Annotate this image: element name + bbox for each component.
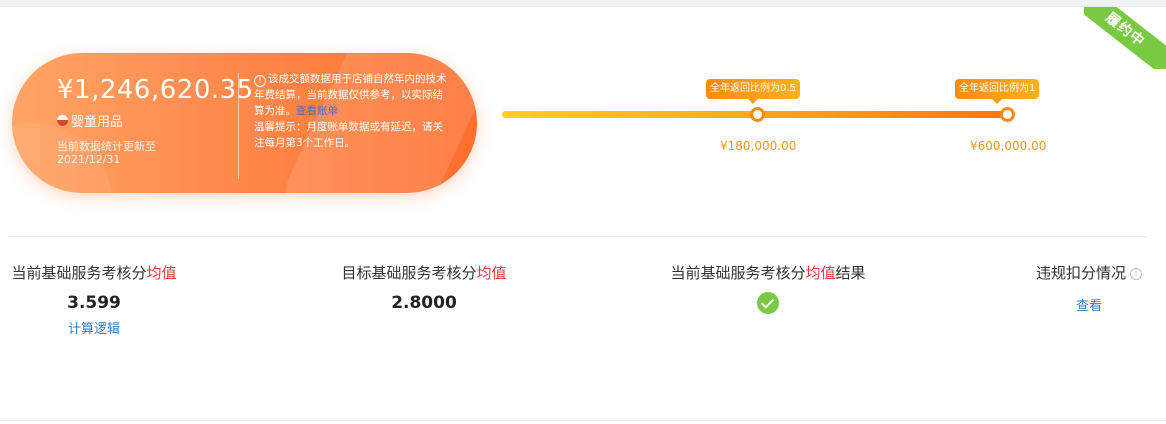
check-circle-icon xyxy=(757,292,779,314)
score-result-stat: 当前基础服务考核分均值结果 xyxy=(662,262,874,314)
milestone-amount-1: ¥180,000.00 xyxy=(720,139,797,153)
update-date: 2021/12/31 xyxy=(57,153,121,166)
info-icon: ! xyxy=(254,75,266,87)
status-ribbon-label: 履约中 xyxy=(1102,9,1148,51)
category-icon xyxy=(57,115,68,126)
notice-text-2: 温馨提示：月度账单数据或有延迟，请关注每月第3个工作日。 xyxy=(254,121,443,149)
milestone-amount-2: ¥600,000.00 xyxy=(970,139,1047,153)
category-label: 婴童用品 xyxy=(71,115,124,130)
bottom-border xyxy=(0,420,1166,421)
score-result-label: 当前基础服务考核分均值结果 xyxy=(670,264,866,282)
notice-text-1: 该成交额数据用于店铺自然年内的技术年费结算，当前数据仅供参考，以实际结算为准。 xyxy=(254,73,447,117)
summary-card: ¥1,246,620.35 婴童用品 当前数据统计更新至 2021/12/31 … xyxy=(12,53,477,193)
current-score-stat: 当前基础服务考核分均值 3.599 计算逻辑 xyxy=(4,262,184,337)
view-bill-link[interactable]: 查看账单 xyxy=(296,105,338,117)
milestone-node-1 xyxy=(750,107,765,122)
category-tag: 婴童用品 xyxy=(57,111,123,130)
current-score-label: 当前基础服务考核分均值 xyxy=(11,264,177,282)
card-divider xyxy=(238,73,239,179)
notice-text: ! 该成交额数据用于店铺自然年内的技术年费结算，当前数据仅供参考，以实际结算为准。… xyxy=(254,71,450,151)
target-score-label: 目标基础服务考核分均值 xyxy=(341,264,507,282)
target-score-value: 2.8000 xyxy=(391,293,457,313)
milestone-bubble-1: 全年返回比例为0.5 xyxy=(706,79,800,104)
violation-stat: 违规扣分情况 i 查看 xyxy=(1030,262,1148,314)
milestone-bubble-2: 全年返回比例为1 xyxy=(955,79,1040,104)
status-ribbon: 履约中 xyxy=(1084,7,1166,69)
transaction-amount: ¥1,246,620.35 xyxy=(57,75,254,105)
section-divider xyxy=(8,236,1146,237)
help-icon[interactable]: i xyxy=(1130,268,1142,280)
calc-logic-link[interactable]: 计算逻辑 xyxy=(4,318,184,337)
top-strip xyxy=(0,0,1166,7)
milestone-node-2 xyxy=(1000,107,1015,122)
update-label: 当前数据统计更新至 xyxy=(57,140,156,153)
current-score-value: 3.599 xyxy=(67,293,121,313)
target-score-stat: 目标基础服务考核分均值 2.8000 xyxy=(334,262,514,313)
view-violation-link[interactable]: 查看 xyxy=(1030,295,1148,314)
violation-label: 违规扣分情况 i xyxy=(1030,262,1148,283)
